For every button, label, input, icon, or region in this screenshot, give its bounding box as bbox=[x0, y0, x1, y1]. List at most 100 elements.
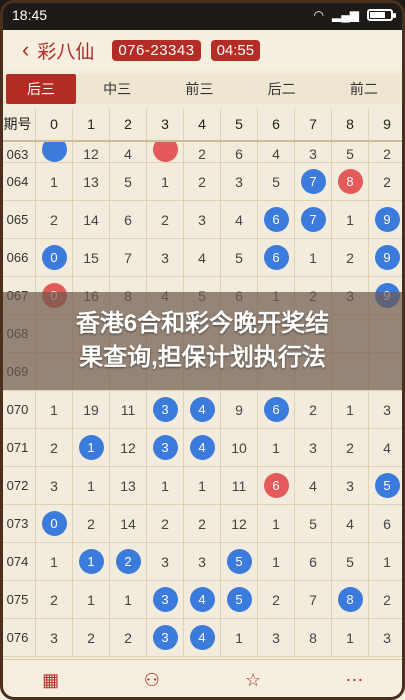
blue-ball: 0 bbox=[41, 245, 67, 270]
value-cell: 3 bbox=[36, 467, 73, 504]
column-header: 6 bbox=[258, 108, 295, 140]
value-cell: 3 bbox=[221, 163, 258, 200]
value-cell: 5 bbox=[221, 581, 258, 618]
period-cell: 063 bbox=[0, 142, 36, 162]
value-cell: 12 bbox=[73, 142, 110, 162]
value-cell: 1 bbox=[36, 391, 73, 428]
value-cell: 2 bbox=[369, 581, 405, 618]
blue-ball: 1 bbox=[78, 435, 104, 460]
blue-ball: 7 bbox=[300, 207, 326, 232]
value-cell: 2 bbox=[36, 201, 73, 238]
value-cell: 5 bbox=[295, 505, 332, 542]
value-cell: 11 bbox=[110, 391, 147, 428]
value-cell: 2 bbox=[36, 581, 73, 618]
value-cell: 3 bbox=[258, 619, 295, 656]
value-cell: 0 bbox=[36, 239, 73, 276]
blue-ball: 3 bbox=[152, 397, 178, 422]
value-cell: 1 bbox=[73, 467, 110, 504]
status-bar: 18:45 ◠ ▂▄▆ bbox=[0, 0, 405, 30]
value-cell: 7 bbox=[295, 581, 332, 618]
blue-ball: 5 bbox=[374, 473, 400, 498]
column-header: 0 bbox=[36, 108, 73, 140]
value-cell bbox=[36, 142, 73, 162]
value-cell: 1 bbox=[147, 467, 184, 504]
value-cell: 6 bbox=[110, 201, 147, 238]
blue-ball bbox=[41, 142, 67, 162]
nav-more-icon[interactable]: ⋯ bbox=[304, 660, 405, 700]
period-cell: 066 bbox=[0, 239, 36, 276]
nav-favorite-icon[interactable]: ☆ bbox=[203, 660, 304, 700]
column-header: 3 bbox=[147, 108, 184, 140]
app-header: ‹ 彩八仙 076-23343 04:55 bbox=[0, 30, 405, 70]
value-cell: 14 bbox=[73, 201, 110, 238]
value-cell: 1 bbox=[332, 619, 369, 656]
column-header: 4 bbox=[184, 108, 221, 140]
value-cell: 1 bbox=[73, 429, 110, 466]
nav-home-icon[interactable]: ▦ bbox=[0, 660, 101, 700]
promo-overlay[interactable]: 香港6合和彩今晚开奖结 果查询,担保计划执行法 bbox=[0, 292, 405, 390]
red-ball bbox=[152, 142, 178, 162]
period-cell: 065 bbox=[0, 201, 36, 238]
value-cell: 1 bbox=[221, 619, 258, 656]
value-cell: 3 bbox=[147, 581, 184, 618]
value-cell: 2 bbox=[147, 201, 184, 238]
value-cell: 3 bbox=[332, 467, 369, 504]
value-cell: 3 bbox=[147, 619, 184, 656]
value-cell: 3 bbox=[184, 543, 221, 580]
period-cell: 072 bbox=[0, 467, 36, 504]
signal-icon: ▂▄▆ bbox=[332, 8, 359, 22]
tab-hou-er[interactable]: 后二 bbox=[241, 74, 323, 104]
value-cell: 5 bbox=[258, 163, 295, 200]
value-cell: 13 bbox=[73, 163, 110, 200]
period-cell: 076 bbox=[0, 619, 36, 656]
blue-ball: 4 bbox=[189, 435, 215, 460]
tab-zhong-san[interactable]: 中三 bbox=[76, 74, 158, 104]
battery-icon bbox=[367, 9, 396, 21]
value-cell: 2 bbox=[184, 142, 221, 162]
value-cell: 1 bbox=[73, 581, 110, 618]
value-cell: 3 bbox=[295, 142, 332, 162]
value-cell: 9 bbox=[369, 201, 405, 238]
value-cell: 1 bbox=[184, 467, 221, 504]
table-row: 074 1 1 2 3 3 5 1 6 5 1 bbox=[0, 543, 405, 581]
back-icon[interactable]: ‹ bbox=[22, 37, 29, 63]
blue-ball: 4 bbox=[189, 587, 215, 612]
value-cell: 3 bbox=[36, 619, 73, 656]
value-cell: 1 bbox=[110, 581, 147, 618]
value-cell: 13 bbox=[110, 467, 147, 504]
value-cell: 5 bbox=[332, 543, 369, 580]
blue-ball: 5 bbox=[226, 549, 252, 574]
nav-profile-icon[interactable]: ⚇ bbox=[101, 660, 202, 700]
value-cell: 12 bbox=[221, 505, 258, 542]
value-cell: 0 bbox=[36, 505, 73, 542]
column-header: 8 bbox=[332, 108, 369, 140]
blue-ball: 6 bbox=[263, 245, 289, 270]
table-row: 075 2 1 1 3 4 5 2 7 8 2 bbox=[0, 581, 405, 619]
tab-qian-san[interactable]: 前三 bbox=[158, 74, 240, 104]
value-cell: 2 bbox=[369, 163, 405, 200]
value-cell: 4 bbox=[184, 239, 221, 276]
value-cell: 1 bbox=[332, 201, 369, 238]
column-header: 5 bbox=[221, 108, 258, 140]
tab-qian-er[interactable]: 前二 bbox=[323, 74, 405, 104]
value-cell: 6 bbox=[369, 505, 405, 542]
value-cell: 2 bbox=[73, 619, 110, 656]
value-cell bbox=[147, 142, 184, 162]
column-header: 2 bbox=[110, 108, 147, 140]
wifi-icon: ◠ bbox=[313, 8, 325, 22]
tab-hou-san[interactable]: 后三 bbox=[6, 74, 76, 104]
blue-ball: 7 bbox=[300, 169, 326, 194]
period-cell: 070 bbox=[0, 391, 36, 428]
value-cell: 6 bbox=[258, 391, 295, 428]
value-cell: 7 bbox=[295, 163, 332, 200]
value-cell: 4 bbox=[332, 505, 369, 542]
value-cell: 2 bbox=[369, 142, 405, 162]
value-cell: 2 bbox=[295, 391, 332, 428]
value-cell: 4 bbox=[184, 581, 221, 618]
value-cell: 6 bbox=[221, 142, 258, 162]
value-cell: 1 bbox=[332, 391, 369, 428]
value-cell: 5 bbox=[221, 543, 258, 580]
value-cell: 8 bbox=[332, 163, 369, 200]
blue-ball: 6 bbox=[263, 207, 289, 232]
table-row: 073 0 2 14 2 2 12 1 5 4 6 bbox=[0, 505, 405, 543]
